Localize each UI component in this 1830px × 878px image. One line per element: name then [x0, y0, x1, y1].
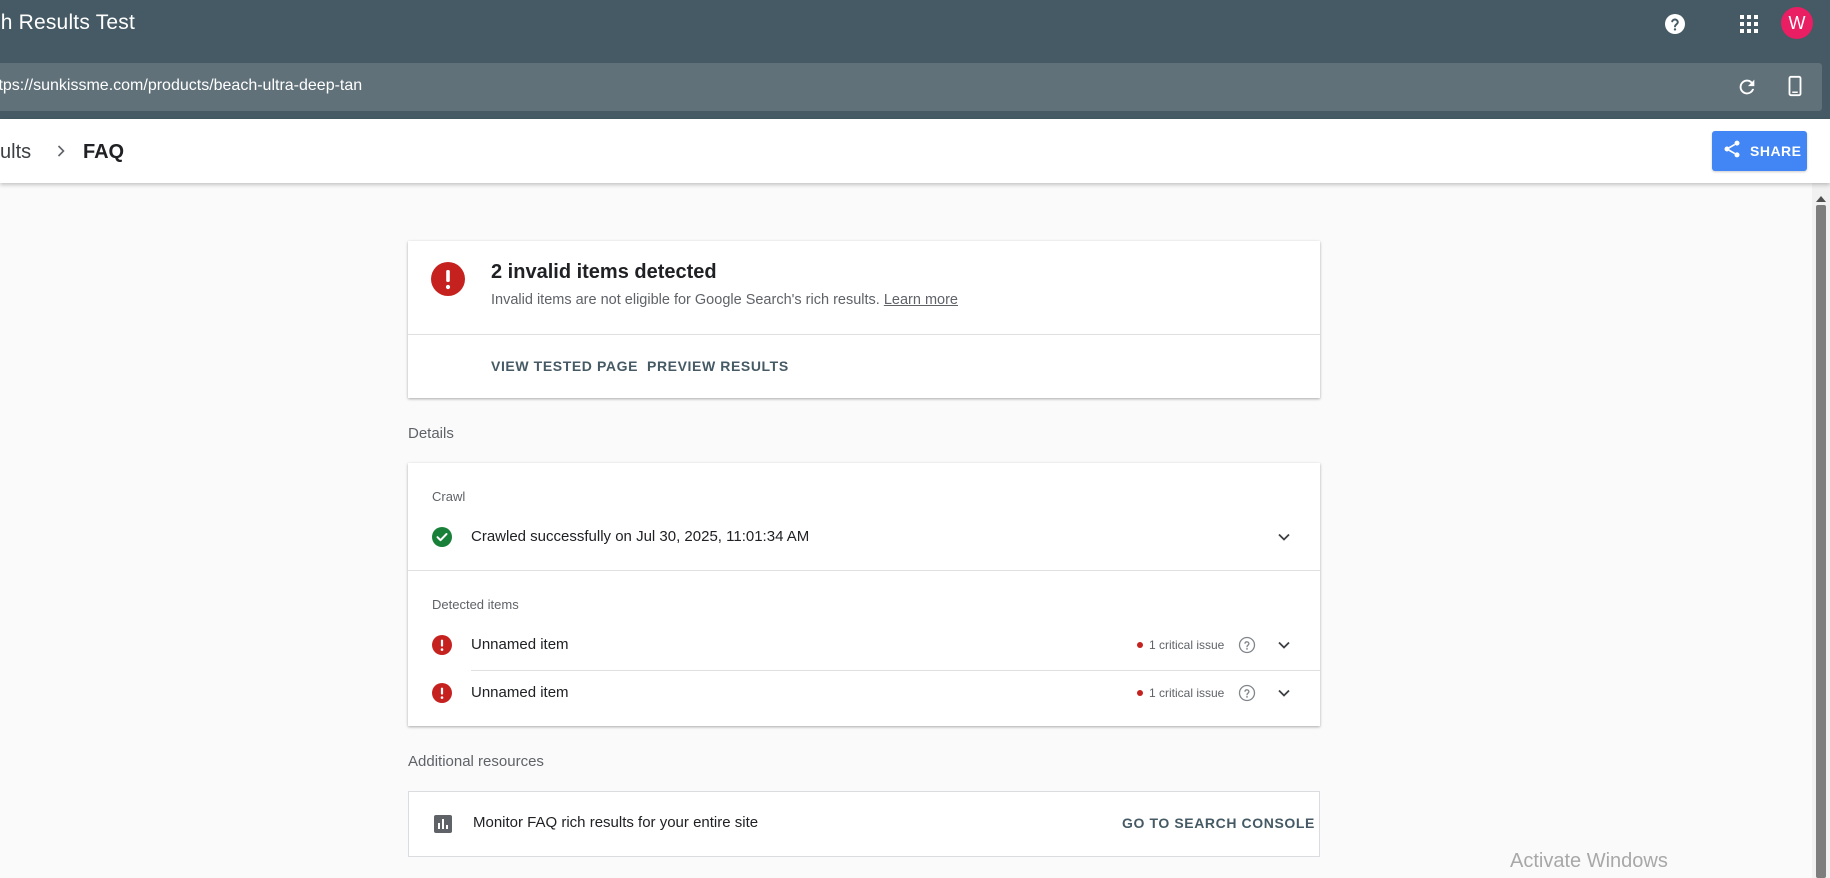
detected-item-row[interactable]: Unnamed item 1 critical issue: [408, 623, 1320, 667]
chevron-down-icon[interactable]: [1274, 527, 1294, 547]
apps-grid-icon[interactable]: [1736, 11, 1762, 37]
help-outline-icon[interactable]: [1238, 684, 1256, 702]
scrollbar-thumb[interactable]: [1816, 205, 1826, 878]
summary-subtitle: Invalid items are not eligible for Googl…: [491, 292, 958, 308]
app-header: ch Results Test W ttps://sunkissme.com/p…: [0, 0, 1830, 119]
crawl-row[interactable]: Crawled successfully on Jul 30, 2025, 11…: [408, 515, 1320, 559]
item-name: Unnamed item: [471, 636, 569, 653]
activate-windows-watermark: Activate Windows: [1510, 850, 1668, 872]
go-to-search-console-button[interactable]: GO TO SEARCH CONSOLE: [1122, 815, 1315, 831]
avatar[interactable]: W: [1781, 7, 1813, 39]
details-card: Crawl Crawled successfully on Jul 30, 20…: [408, 463, 1320, 726]
error-icon: [431, 262, 465, 296]
scroll-up-arrow-icon[interactable]: [1816, 196, 1826, 202]
critical-issue-badge: 1 critical issue: [1137, 686, 1224, 700]
chevron-right-icon: [53, 143, 69, 159]
summary-title: 2 invalid items detected: [491, 261, 717, 283]
divider: [408, 334, 1320, 335]
smartphone-icon[interactable]: [1782, 73, 1808, 99]
chevron-down-icon[interactable]: [1274, 683, 1294, 703]
resource-card: Monitor FAQ rich results for your entire…: [408, 791, 1320, 857]
learn-more-link[interactable]: Learn more: [884, 292, 958, 308]
detected-items-label: Detected items: [432, 597, 519, 612]
breadcrumb-parent[interactable]: sults: [0, 141, 31, 164]
error-icon: [432, 635, 452, 655]
resource-text: Monitor FAQ rich results for your entire…: [473, 814, 759, 831]
share-button[interactable]: SHARE: [1712, 131, 1807, 171]
page-title: FAQ: [83, 141, 125, 163]
bar-chart-icon: [433, 814, 453, 834]
chevron-down-icon[interactable]: [1274, 635, 1294, 655]
url-input[interactable]: ttps://sunkissme.com/products/beach-ultr…: [0, 77, 362, 95]
critical-issue-badge: 1 critical issue: [1137, 638, 1224, 652]
additional-resources-heading: Additional resources: [408, 753, 544, 770]
check-circle-icon: [432, 527, 452, 547]
summary-card: 2 invalid items detected Invalid items a…: [408, 241, 1320, 398]
divider: [408, 570, 1320, 571]
breadcrumb: sults FAQ SHARE: [0, 119, 1830, 183]
app-title: ch Results Test: [0, 11, 136, 34]
item-name: Unnamed item: [471, 684, 569, 701]
details-heading: Details: [408, 425, 454, 442]
detected-item-row[interactable]: Unnamed item 1 critical issue: [408, 671, 1320, 715]
error-icon: [432, 683, 452, 703]
crawl-label: Crawl: [432, 489, 466, 504]
preview-results-button[interactable]: PREVIEW RESULTS: [647, 358, 789, 374]
url-bar: ttps://sunkissme.com/products/beach-ultr…: [0, 63, 1822, 111]
share-icon: [1722, 139, 1742, 164]
refresh-icon[interactable]: [1734, 74, 1760, 100]
share-label: SHARE: [1750, 143, 1802, 159]
help-icon[interactable]: [1663, 12, 1687, 36]
crawl-status: Crawled successfully on Jul 30, 2025, 11…: [471, 528, 810, 545]
view-tested-page-button[interactable]: VIEW TESTED PAGE: [491, 358, 638, 374]
help-outline-icon[interactable]: [1238, 636, 1256, 654]
